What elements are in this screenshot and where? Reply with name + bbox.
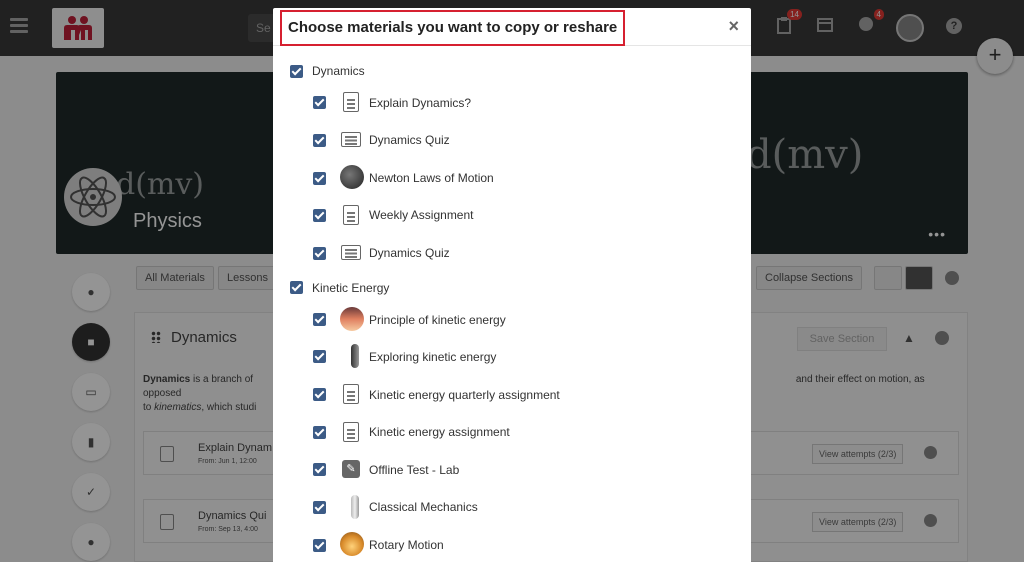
item-checkbox[interactable] bbox=[313, 501, 326, 514]
document-icon bbox=[343, 384, 359, 404]
document-icon bbox=[343, 205, 359, 225]
document-icon bbox=[343, 92, 359, 112]
item-checkbox[interactable] bbox=[313, 313, 326, 326]
item-checkbox[interactable] bbox=[313, 388, 326, 401]
item-label: Dynamics Quiz bbox=[369, 246, 450, 260]
item-label: Explain Dynamics? bbox=[369, 96, 472, 110]
item-label: Weekly Assignment bbox=[369, 208, 474, 222]
item-label: Offline Test - Lab bbox=[369, 463, 460, 477]
pencil-icon: ✎ bbox=[342, 460, 360, 478]
quiz-icon bbox=[341, 132, 361, 147]
item-label: Dynamics Quiz bbox=[369, 133, 450, 147]
image-thumbnail-icon bbox=[351, 495, 359, 519]
image-thumbnail-icon bbox=[340, 165, 364, 189]
item-checkbox[interactable] bbox=[313, 539, 326, 552]
image-thumbnail-icon bbox=[351, 344, 359, 368]
item-checkbox[interactable] bbox=[313, 134, 326, 147]
quiz-icon bbox=[341, 245, 361, 260]
modal-header: Choose materials you want to copy or res… bbox=[273, 8, 751, 46]
group-label-dynamics: Dynamics bbox=[312, 64, 365, 78]
close-icon[interactable]: × bbox=[728, 16, 739, 36]
document-icon bbox=[343, 422, 359, 442]
item-checkbox[interactable] bbox=[313, 247, 326, 260]
item-checkbox[interactable] bbox=[313, 350, 326, 363]
image-thumbnail-icon bbox=[340, 532, 364, 556]
item-label: Kinetic energy assignment bbox=[369, 425, 510, 439]
item-label: Principle of kinetic energy bbox=[369, 313, 506, 327]
group-checkbox-dynamics[interactable] bbox=[290, 65, 303, 78]
item-label: Exploring kinetic energy bbox=[369, 350, 497, 364]
item-checkbox[interactable] bbox=[313, 209, 326, 222]
item-label: Newton Laws of Motion bbox=[369, 171, 494, 185]
item-label: Kinetic energy quarterly assignment bbox=[369, 388, 560, 402]
group-label-kinetic-energy: Kinetic Energy bbox=[312, 281, 390, 295]
item-checkbox[interactable] bbox=[313, 426, 326, 439]
item-checkbox[interactable] bbox=[313, 172, 326, 185]
group-checkbox-kinetic-energy[interactable] bbox=[290, 281, 303, 294]
item-checkbox[interactable] bbox=[313, 463, 326, 476]
item-label: Classical Mechanics bbox=[369, 500, 478, 514]
modal-title: Choose materials you want to copy or res… bbox=[280, 10, 626, 46]
copy-reshare-modal: Choose materials you want to copy or res… bbox=[273, 8, 751, 562]
item-checkbox[interactable] bbox=[313, 96, 326, 109]
image-thumbnail-icon bbox=[340, 307, 364, 331]
item-label: Rotary Motion bbox=[369, 538, 444, 552]
